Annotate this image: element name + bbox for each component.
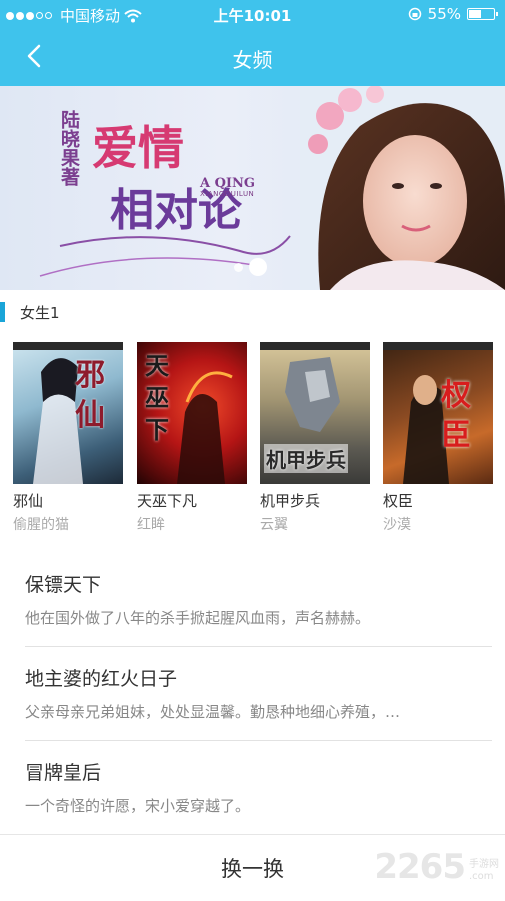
list-item-title: 冒牌皇后	[25, 762, 102, 784]
divider	[25, 740, 492, 741]
watermark-domain: .com	[469, 871, 494, 882]
battery-percent: 55%	[427, 5, 461, 23]
cover-title: 天巫下	[145, 352, 169, 444]
list-item[interactable]: 保镖天下 他在国外做了八年的杀手掀起腥风血雨，声名赫赫。	[25, 570, 485, 628]
battery-icon	[467, 8, 498, 20]
nav-bar: 女频	[0, 28, 505, 86]
book-cover[interactable]: 机甲步兵	[260, 342, 370, 484]
book-author: 红眸	[137, 517, 165, 533]
divider	[25, 646, 492, 647]
book-card[interactable]: 邪仙 邪仙 偷腥的猫	[13, 342, 125, 533]
cover-title: 权臣	[441, 378, 471, 453]
book-cover[interactable]: 天巫下	[137, 342, 247, 484]
section-accent-bar	[0, 302, 5, 322]
book-card[interactable]: 天巫下 天巫下凡 红眸	[137, 342, 249, 533]
list-item[interactable]: 地主婆的红火日子 父亲母亲兄弟姐妹，处处显温馨。勤恳种地细心养殖，…	[25, 664, 485, 722]
cover-title: 机甲步兵	[264, 444, 348, 473]
rotation-lock-icon	[408, 7, 421, 21]
book-author: 沙漠	[383, 517, 411, 533]
book-title: 机甲步兵	[260, 492, 321, 510]
page-title: 女频	[232, 48, 273, 72]
banner-pager	[234, 258, 267, 276]
section-header: 女生1	[0, 298, 505, 324]
banner-roman-title: A QING	[200, 176, 256, 191]
pager-dot-active[interactable]	[249, 258, 267, 276]
banner-title-line1: 爱情	[92, 121, 184, 175]
watermark-logo: 2265 手游网 .com	[374, 847, 499, 887]
book-card[interactable]: 权臣 权臣 沙漠	[383, 342, 495, 533]
book-title: 权臣	[383, 492, 414, 510]
book-cover[interactable]: 权臣	[383, 342, 493, 484]
cover-art	[383, 342, 493, 484]
banner-author: 陆晓果著	[58, 110, 80, 186]
watermark-number: 2265	[374, 847, 466, 887]
footer-bar: 换一换 2265 手游网 .com	[0, 834, 505, 901]
section-title: 女生1	[20, 304, 60, 322]
list-item[interactable]: 冒牌皇后 一个奇怪的许愿，宋小爱穿越了。	[25, 758, 485, 816]
book-cover[interactable]: 邪仙	[13, 342, 123, 484]
list-item-desc: 他在国外做了八年的杀手掀起腥风血雨，声名赫赫。	[25, 609, 371, 627]
book-author: 云翼	[260, 517, 288, 533]
banner-roman-subtitle: XIANGDUILUN	[200, 190, 255, 198]
watermark-cn: 手游网	[469, 859, 499, 870]
book-author: 偷腥的猫	[13, 517, 69, 533]
promo-banner[interactable]: 陆晓果著 爱情 相对论 A QING XIANGDUILUN	[0, 86, 505, 290]
list-item-title: 地主婆的红火日子	[25, 668, 178, 690]
list-item-desc: 父亲母亲兄弟姐妹，处处显温馨。勤恳种地细心养殖，…	[25, 703, 401, 721]
status-bar: 中国移动 上午10:01 55%	[0, 0, 505, 28]
book-card[interactable]: 机甲步兵 机甲步兵 云翼	[260, 342, 372, 533]
book-title: 天巫下凡	[137, 492, 198, 510]
list-item-title: 保镖天下	[25, 574, 102, 596]
book-title: 邪仙	[13, 492, 44, 510]
cover-title: 邪仙	[75, 358, 105, 433]
pager-dot[interactable]	[234, 262, 243, 272]
list-item-desc: 一个奇怪的许愿，宋小爱穿越了。	[25, 797, 251, 815]
book-grid: 邪仙 邪仙 偷腥的猫 天巫下 天巫下凡 红眸 机甲步兵 机甲步兵 云翼 权臣 权…	[0, 342, 505, 537]
